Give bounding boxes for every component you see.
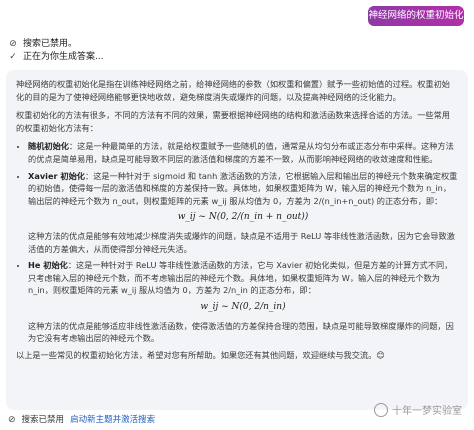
xavier-formula: w_ij ~ N(0, 2/(n_in + n_out)) — [177, 212, 309, 223]
status-generating-text: 正在为你生成答案... — [23, 52, 104, 62]
answer-closing: 以上是一些常见的权重初始化方法，希望对您有所帮助。如果您还有其他问题，欢迎继续与… — [16, 349, 385, 360]
method-item-xavier: Xavier 初始化：这是一种针对于 sigmoid 和 tanh 激活函数的方… — [28, 170, 458, 256]
method-after-text: 这种方法的优点是能够有效地减少梯度消失或爆炸的问题，缺点是不适用于 ReLU 等… — [28, 230, 455, 254]
method-after-text: 这种方法的优点是能够适应非线性激活函数，使得激活值的方差保持合理的范围，缺点是可… — [28, 320, 454, 344]
watermark: 十年一梦实验室 — [374, 402, 462, 417]
method-item-random: 随机初始化：这是一种最简单的方法，就是给权重赋予一些随机的值，通常是从均匀分布或… — [28, 140, 458, 165]
method-title: Xavier 初始化 — [28, 170, 85, 181]
footer-search-disabled: 搜索已禁用 — [21, 415, 65, 425]
check-icon: ✓ — [9, 52, 17, 62]
search-disabled-icon: ⊘ — [8, 415, 16, 425]
method-title: 随机初始化 — [28, 141, 69, 152]
status-search-disabled-text: 搜索已禁用。 — [23, 39, 78, 49]
method-text: ：这是一种最简单的方法，就是给权重赋予一些随机的值，通常是从均匀分布或正态分布中… — [28, 141, 454, 164]
user-message-bubble: 神经网络的权重初始化 — [368, 6, 464, 26]
new-topic-link[interactable]: 启动新主题并激活搜索 — [70, 414, 155, 426]
logo-icon — [374, 402, 388, 417]
status-search-disabled: ⊘ 搜索已禁用。 — [8, 38, 77, 50]
answer-intro: 神经网络的权重初始化是指在训练神经网络之前，给神经网络的参数（如权重和偏置）赋予… — [16, 79, 450, 102]
method-title: He 初始化 — [28, 260, 68, 271]
answer-methods-intro: 权重初始化的方法有很多，不同的方法有不同的效果，需要根据神经网络的结构和激活函数… — [16, 110, 450, 133]
method-text: ：这是一种针对于 ReLU 等非线性激活函数的方法，它与 Xavier 初始化类… — [28, 260, 453, 296]
footer-bar: ⊘ 搜索已禁用 启动新主题并激活搜索 — [8, 414, 155, 426]
he-formula: w_ij ~ N(0, 2/n_in) — [200, 301, 286, 312]
method-text: ：这是一种针对于 sigmoid 和 tanh 激活函数的方法，它根据输入层和输… — [28, 170, 458, 206]
method-item-he: He 初始化：这是一种针对于 ReLU 等非线性激活函数的方法，它与 Xavie… — [28, 259, 458, 345]
methods-list: 随机初始化：这是一种最简单的方法，就是给权重赋予一些随机的值，通常是从均匀分布或… — [16, 140, 458, 344]
watermark-text: 十年一梦实验室 — [392, 406, 462, 417]
search-disabled-icon: ⊘ — [9, 39, 17, 49]
status-generating: ✓ 正在为你生成答案... — [8, 51, 104, 63]
answer-card: 神经网络的权重初始化是指在训练神经网络之前，给神经网络的参数（如权重和偏置）赋予… — [6, 70, 468, 410]
